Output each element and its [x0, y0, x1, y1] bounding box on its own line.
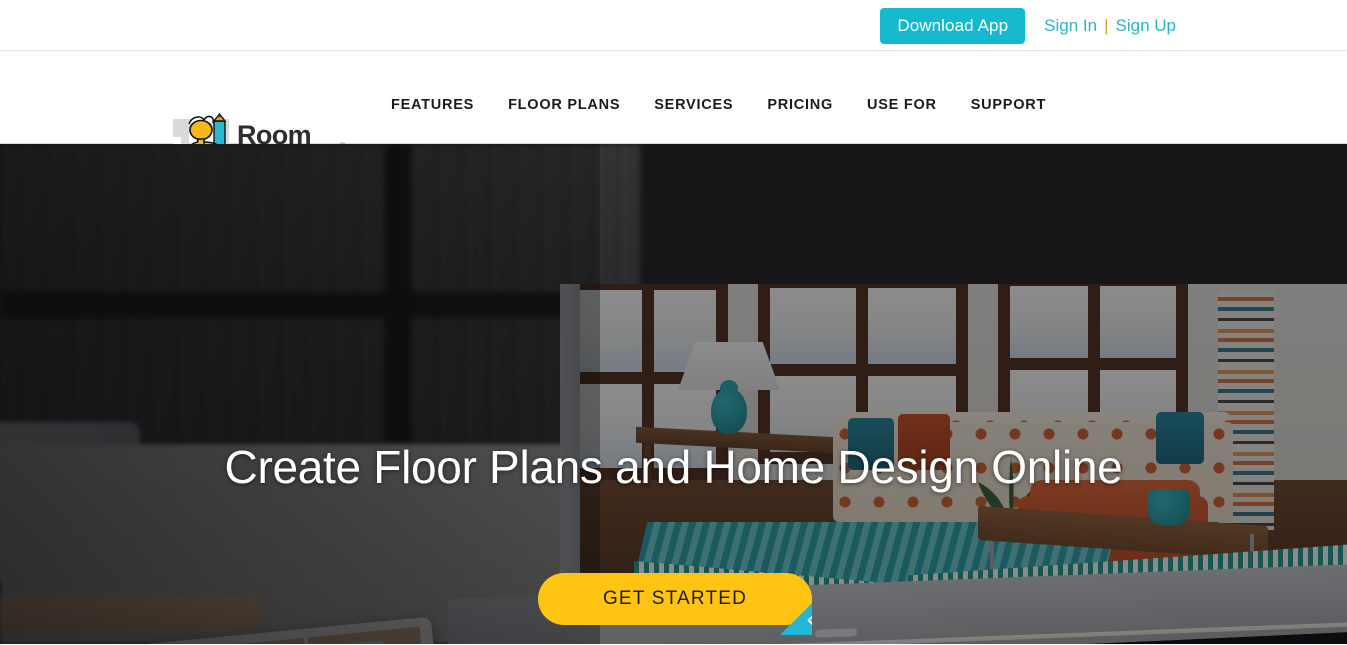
nav-item-pricing[interactable]: PRICING: [767, 97, 833, 113]
background-window-frame-vertical: [385, 144, 411, 444]
laptop-bezel-button: [566, 339, 571, 385]
download-app-button[interactable]: Download App: [880, 7, 1026, 44]
top-utility-bar: Download App Sign In | Sign Up: [0, 0, 1347, 51]
nav-item-floor-plans[interactable]: FLOOR PLANS: [508, 97, 620, 113]
hero-headline: Create Floor Plans and Home Design Onlin…: [224, 441, 1123, 493]
auth-links: Sign In | Sign Up: [1044, 16, 1176, 36]
sign-up-link[interactable]: Sign Up: [1116, 16, 1176, 36]
render-pane: [868, 288, 956, 364]
main-navigation-bar: Room Sketcher ® FEATURES FLOOR PLANS SER…: [0, 51, 1347, 178]
sign-in-link[interactable]: Sign In: [1044, 16, 1097, 36]
hero-section: Create Floor Plans and Home Design Onlin…: [0, 144, 1347, 644]
background-window-frame-horizontal: [0, 292, 640, 318]
hero-background-photo: [0, 144, 1347, 644]
render-pane: [1100, 286, 1176, 358]
render-teal-vase: [1148, 489, 1190, 525]
get-started-cta-wrapper: GET STARTED FREE: [538, 573, 812, 635]
desk-wood-trim: [0, 596, 260, 632]
nav-item-services[interactable]: SERVICES: [654, 97, 733, 113]
render-pane: [580, 290, 642, 372]
nav-item-support[interactable]: SUPPORT: [971, 97, 1046, 113]
top-utility-actions: Download App Sign In | Sign Up: [880, 0, 1176, 51]
primary-nav: FEATURES FLOOR PLANS SERVICES PRICING US…: [391, 51, 1046, 144]
nav-item-use-for[interactable]: USE FOR: [867, 97, 937, 113]
nav-item-features[interactable]: FEATURES: [391, 97, 474, 113]
get-started-button[interactable]: GET STARTED: [538, 573, 812, 625]
render-lamp-base: [711, 388, 747, 434]
render-pane: [1010, 286, 1088, 358]
auth-separator: |: [1104, 15, 1109, 35]
render-pane: [770, 288, 856, 364]
laptop-latch: [815, 628, 857, 638]
